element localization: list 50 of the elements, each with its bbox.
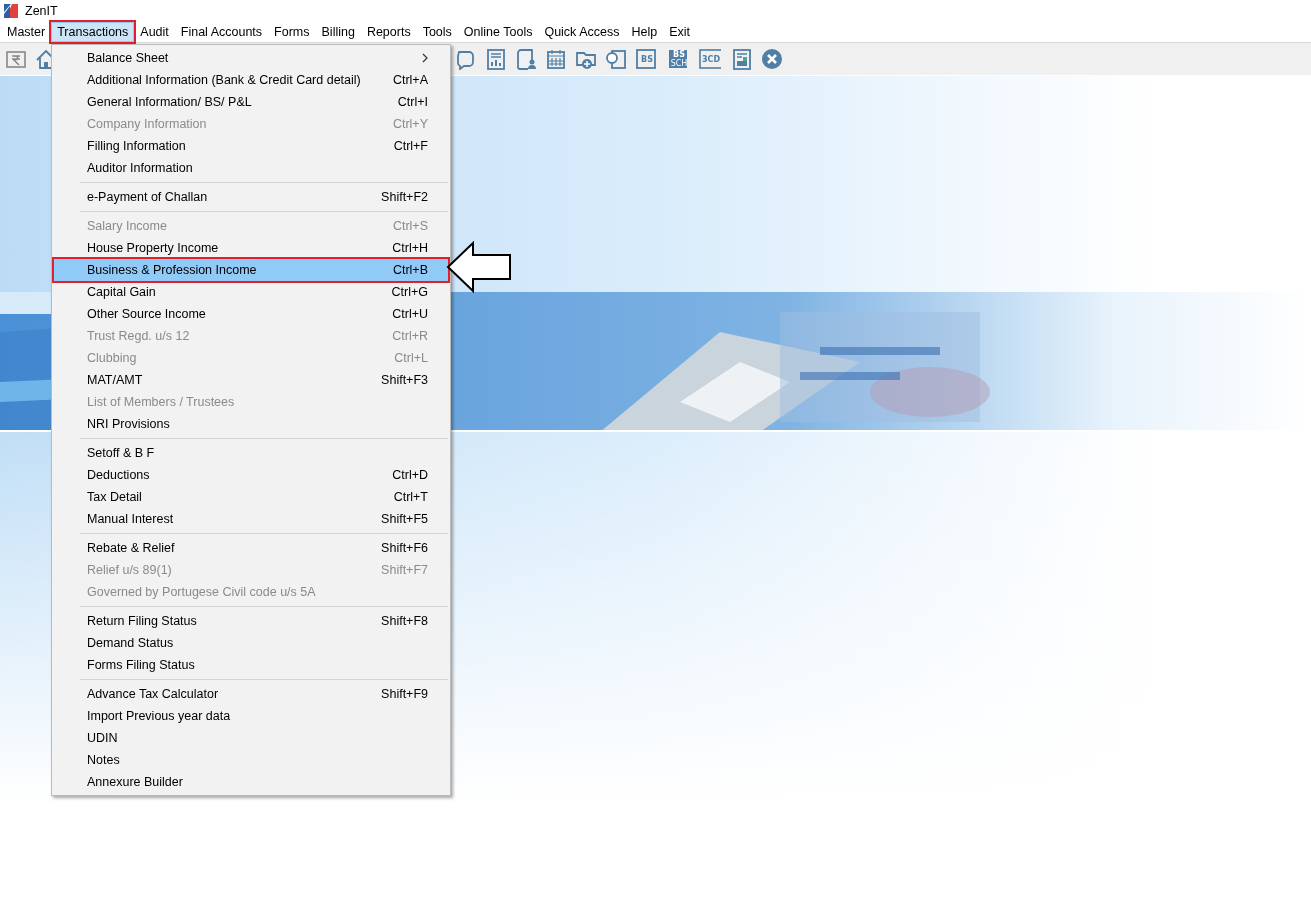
- close-icon[interactable]: [761, 48, 783, 70]
- menu-item[interactable]: Demand Status: [54, 632, 448, 654]
- annotation-arrow: [446, 241, 512, 293]
- menu-item[interactable]: Transactions: [51, 22, 135, 42]
- menu-item[interactable]: Billing: [315, 22, 361, 42]
- menu-item[interactable]: Import Previous year data: [54, 705, 448, 727]
- menu-item[interactable]: Other Source Income Ctrl+U: [54, 303, 448, 325]
- calendar-icon[interactable]: [545, 48, 567, 70]
- menu-item[interactable]: Reports: [360, 22, 417, 42]
- menu-item[interactable]: General Information/ BS/ P&L Ctrl+I: [54, 91, 448, 113]
- menu-item[interactable]: Audit: [134, 22, 175, 42]
- bs-icon[interactable]: BS: [635, 47, 659, 71]
- menu-item[interactable]: Notes: [54, 749, 448, 771]
- menu-item[interactable]: Return Filing Status Shift+F8: [54, 610, 448, 632]
- menu-item[interactable]: Final Accounts: [174, 22, 269, 42]
- menu-item[interactable]: e-Payment of Challan Shift+F2: [54, 186, 448, 208]
- menu-item[interactable]: Tools: [416, 22, 458, 42]
- user-book-icon[interactable]: [515, 48, 537, 70]
- app-logo-icon: [3, 3, 19, 19]
- menu-item[interactable]: Quick Access: [538, 22, 626, 42]
- menu-item[interactable]: Manual Interest Shift+F5: [54, 508, 448, 530]
- menu-item[interactable]: Auditor Information: [54, 157, 448, 179]
- menu-item[interactable]: Forms Filing Status: [54, 654, 448, 676]
- menu-item[interactable]: Online Tools: [457, 22, 539, 42]
- menu-item[interactable]: Capital Gain Ctrl+G: [54, 281, 448, 303]
- copy-icon[interactable]: [605, 48, 627, 70]
- menu-item[interactable]: House Property Income Ctrl+H: [54, 237, 448, 259]
- menu-item[interactable]: UDIN: [54, 727, 448, 749]
- menu-item[interactable]: Deductions Ctrl+D: [54, 464, 448, 486]
- form-icon[interactable]: [731, 48, 753, 70]
- rupee-note-icon[interactable]: [5, 48, 27, 70]
- menu-item[interactable]: MAT/AMT Shift+F3: [54, 369, 448, 391]
- menu-item[interactable]: NRI Provisions: [54, 413, 448, 435]
- chat-bubble-icon[interactable]: [455, 48, 477, 70]
- 3cd-icon[interactable]: 3CD: [699, 47, 723, 71]
- window-title: ZenIT: [25, 4, 58, 18]
- menu-item[interactable]: Advance Tax Calculator Shift+F9: [54, 683, 448, 705]
- menu-item[interactable]: Forms: [268, 22, 316, 42]
- menu-item[interactable]: Balance Sheet: [54, 47, 448, 69]
- menu-item[interactable]: Exit: [663, 22, 696, 42]
- menu-item[interactable]: Setoff & B F: [54, 442, 448, 464]
- menu-item[interactable]: Master: [1, 22, 52, 42]
- menu-item[interactable]: Tax Detail Ctrl+T: [54, 486, 448, 508]
- menu-item[interactable]: Filling Information Ctrl+F: [54, 135, 448, 157]
- menu-item[interactable]: Additional Information (Bank & Credit Card detail) Ctrl+A: [54, 69, 448, 91]
- menu-item[interactable]: Rebate & Relief Shift+F6: [54, 537, 448, 559]
- menu-item[interactable]: Help: [625, 22, 664, 42]
- menu-item[interactable]: Annexure Builder: [54, 771, 448, 793]
- menu-item[interactable]: Business & Profession Income Ctrl+B: [54, 259, 448, 281]
- report-icon[interactable]: [485, 48, 507, 70]
